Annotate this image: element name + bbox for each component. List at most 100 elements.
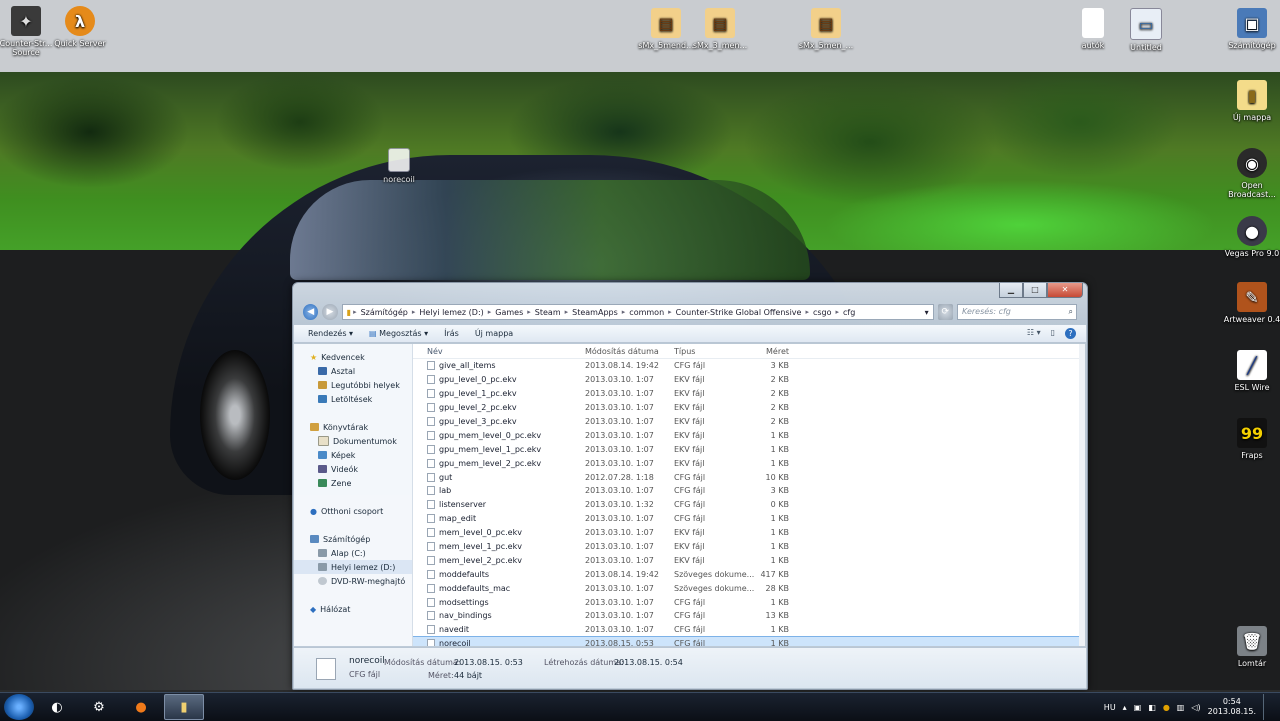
table-row[interactable]: moddefaults 2013.08.14. 19:42 Szöveges dok…	[413, 567, 1085, 581]
maximize-button[interactable]: □	[1023, 283, 1047, 298]
breadcrumb-item[interactable]: Helyi lemez (D:)	[417, 308, 485, 317]
table-row[interactable]: gpu_mem_level_2_pc.ekv 2013.03.10. 1:07 EK…	[413, 456, 1085, 470]
table-row[interactable]: listenserver 2013.03.10. 1:32 CFG fájl 0 KB	[413, 498, 1085, 512]
tray-app-icon[interactable]: ◧	[1148, 703, 1156, 712]
preview-pane-icon[interactable]: ▯	[1051, 328, 1055, 339]
breadcrumb-item[interactable]: Games	[493, 308, 525, 317]
desktop-icon-smx-3[interactable]: ▤ sMx_5men_...	[796, 8, 856, 50]
nav-item-drive-d[interactable]: Helyi lemez (D:)	[294, 560, 412, 574]
column-type[interactable]: Típus	[674, 347, 754, 356]
clock[interactable]: 0:54 2013.08.15.	[1208, 697, 1256, 717]
table-row[interactable]: mem_level_1_pc.ekv 2013.03.10. 1:07 EKV fá…	[413, 540, 1085, 554]
nav-computer[interactable]: Számítógép	[294, 532, 412, 546]
table-row[interactable]: moddefaults_mac 2013.03.10. 1:07 Szöveges …	[413, 581, 1085, 595]
explorer-window[interactable]: ▁ □ ✕ ◀ ▶ ▮ ▸ Számítógép ▸ Helyi lemez (D…	[292, 282, 1088, 690]
desktop-icon-fraps[interactable]: 99 Fraps	[1222, 418, 1280, 460]
table-row[interactable]: gpu_level_2_pc.ekv 2013.03.10. 1:07 EKV fá…	[413, 401, 1085, 415]
table-row[interactable]: navedit 2013.03.10. 1:07 CFG fájl 1 KB	[413, 623, 1085, 637]
table-row[interactable]: norecoil 2013.08.15. 0:53 CFG fájl 1 KB	[413, 635, 1085, 646]
table-row[interactable]: give_all_items 2013.08.14. 19:42 CFG fájl 3…	[413, 359, 1085, 373]
breadcrumb-item[interactable]: common	[627, 308, 666, 317]
help-icon[interactable]: ?	[1065, 328, 1076, 339]
organize-button[interactable]: Rendezés ▾	[308, 329, 353, 338]
table-row[interactable]: modsettings 2013.03.10. 1:07 CFG fájl 1 KB	[413, 595, 1085, 609]
desktop-icon-vegas[interactable]: ● Vegas Pro 9.0	[1222, 216, 1280, 258]
breadcrumb-item[interactable]: Steam	[533, 308, 563, 317]
desktop-icon-esl-wire[interactable]: ╱ ESL Wire	[1222, 350, 1280, 392]
chevron-down-icon[interactable]: ▾	[925, 308, 933, 317]
breadcrumb-item[interactable]: SteamApps	[570, 308, 620, 317]
taskbar-app-tools[interactable]: ⚙	[80, 695, 118, 719]
desktop-icon-quick-server[interactable]: λ Quick Server	[50, 6, 110, 48]
desktop-icon-new-folder[interactable]: ▮ Új mappa	[1222, 80, 1280, 122]
desktop-icon-smx-1[interactable]: ▤ sMx_5mend...	[636, 8, 696, 50]
table-row[interactable]: gpu_level_1_pc.ekv 2013.03.10. 1:07 EKV fá…	[413, 387, 1085, 401]
taskbar-app-explorer[interactable]: ▮	[164, 694, 204, 720]
nav-item-music[interactable]: Zene	[294, 476, 412, 490]
desktop-icon-untitled[interactable]: ▭ Untitled	[1116, 8, 1176, 52]
column-size[interactable]: Méret	[754, 347, 789, 356]
desktop-icon-obs[interactable]: ◉ Open Broadcast...	[1222, 148, 1280, 199]
nav-item-dvd[interactable]: DVD-RW-meghajtó	[294, 574, 412, 588]
table-row[interactable]: gpu_mem_level_0_pc.ekv 2013.03.10. 1:07 EK…	[413, 428, 1085, 442]
column-name[interactable]: Név	[413, 347, 585, 356]
desktop-icon-recycle-bin[interactable]: 🗑 Lomtár	[1222, 626, 1280, 668]
table-row[interactable]: gut 2012.07.28. 1:18 CFG fájl 10 KB	[413, 470, 1085, 484]
share-button[interactable]: ▤ Megosztás ▾	[369, 329, 428, 338]
desktop-icon-computer[interactable]: ▣ Számítógép	[1222, 8, 1280, 50]
volume-icon[interactable]: ◁)	[1191, 703, 1200, 712]
breadcrumb-item[interactable]: csgo	[811, 308, 834, 317]
table-row[interactable]: map_edit 2013.03.10. 1:07 CFG fájl 1 KB	[413, 512, 1085, 526]
network-icon[interactable]: ▥	[1177, 703, 1185, 712]
column-date[interactable]: Módosítás dátuma	[585, 347, 674, 356]
desktop-icon-counter-strike[interactable]: ✦ Counter-Str... Source	[0, 6, 56, 57]
tray-app-icon[interactable]: ▣	[1134, 703, 1142, 712]
nav-network[interactable]: ◆ Hálózat	[294, 602, 412, 616]
nav-item-videos[interactable]: Videók	[294, 462, 412, 476]
nav-libraries[interactable]: Könyvtárak	[294, 420, 412, 434]
vertical-scrollbar[interactable]	[1079, 344, 1085, 646]
window-controls: ▁ □ ✕	[999, 283, 1083, 298]
view-options-icon[interactable]: ☷ ▾	[1027, 328, 1041, 339]
taskbar-app-firefox[interactable]: ●	[122, 695, 160, 719]
forward-button[interactable]: ▶	[322, 304, 338, 320]
table-row[interactable]: nav_bindings 2013.03.10. 1:07 CFG fájl 13 K…	[413, 609, 1085, 623]
start-button[interactable]	[4, 694, 34, 720]
table-row[interactable]: gpu_mem_level_1_pc.ekv 2013.03.10. 1:07 EK…	[413, 442, 1085, 456]
back-button[interactable]: ◀	[303, 304, 319, 320]
dragging-file-norecoil[interactable]: norecoil	[369, 148, 429, 184]
nav-item-downloads[interactable]: Letöltések	[294, 392, 412, 406]
breadcrumb-item[interactable]: Counter-Strike Global Offensive	[674, 308, 804, 317]
new-folder-button[interactable]: Új mappa	[475, 329, 513, 338]
show-desktop-button[interactable]	[1263, 694, 1270, 720]
taskbar-app-steam[interactable]: ◐	[38, 695, 76, 719]
nav-favorites[interactable]: ★ Kedvencek	[294, 350, 412, 364]
chevron-right-icon: ▸	[668, 308, 672, 316]
table-row[interactable]: mem_level_0_pc.ekv 2013.03.10. 1:07 EKV fá…	[413, 526, 1085, 540]
nav-label: Dokumentumok	[333, 436, 397, 446]
minimize-button[interactable]: ▁	[999, 283, 1023, 298]
close-button[interactable]: ✕	[1047, 283, 1083, 298]
table-row[interactable]: lab 2013.03.10. 1:07 CFG fájl 3 KB	[413, 484, 1085, 498]
table-row[interactable]: gpu_level_0_pc.ekv 2013.03.10. 1:07 EKV fá…	[413, 373, 1085, 387]
breadcrumb-item[interactable]: Számítógép	[359, 308, 410, 317]
desktop-icon-artweaver[interactable]: ✎ Artweaver 0.4	[1222, 282, 1280, 324]
desktop-icon-smx-2[interactable]: ▤ sMx_3_men...	[690, 8, 750, 50]
tray-expand-icon[interactable]: ▴	[1123, 703, 1127, 712]
search-input[interactable]: Keresés: cfg ⌕	[956, 304, 1077, 320]
nav-item-pictures[interactable]: Képek	[294, 448, 412, 462]
tray-app-icon[interactable]: ●	[1163, 703, 1170, 712]
refresh-button[interactable]: ⟳	[937, 304, 953, 320]
table-row[interactable]: gpu_level_3_pc.ekv 2013.03.10. 1:07 EKV fá…	[413, 415, 1085, 429]
breadcrumb-item[interactable]: cfg	[841, 308, 857, 317]
table-row[interactable]: mem_level_2_pc.ekv 2013.03.10. 1:07 EKV fá…	[413, 553, 1085, 567]
breadcrumb[interactable]: ▮ ▸ Számítógép ▸ Helyi lemez (D:) ▸ Games ▸…	[341, 304, 934, 320]
language-indicator[interactable]: HU	[1104, 703, 1116, 712]
nav-item-recent[interactable]: Legutóbbi helyek	[294, 378, 412, 392]
desktop-icon-autok[interactable]: autók	[1063, 8, 1123, 50]
burn-button[interactable]: Írás	[444, 329, 459, 338]
nav-item-documents[interactable]: Dokumentumok	[294, 434, 412, 448]
nav-homegroup[interactable]: ● Otthoni csoport	[294, 504, 412, 518]
nav-item-desktop[interactable]: Asztal	[294, 364, 412, 378]
nav-item-drive-c[interactable]: Alap (C:)	[294, 546, 412, 560]
